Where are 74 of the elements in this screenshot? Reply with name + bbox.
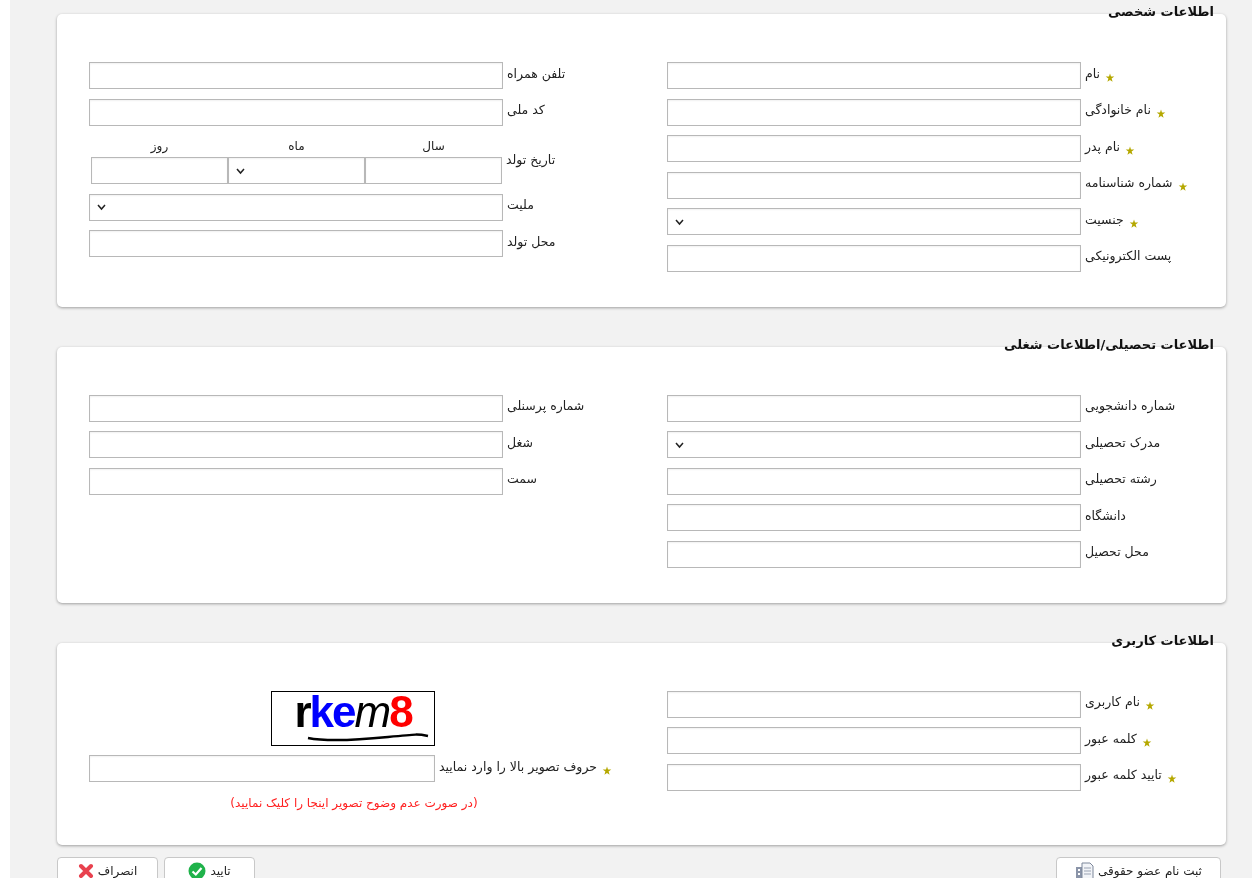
chevron-icon [674, 217, 685, 226]
text-field[interactable] [667, 763, 1081, 791]
text-field[interactable] [365, 157, 502, 184]
field-label: تایید کلمه عبور [1085, 767, 1162, 782]
field-label: شغل [507, 434, 533, 450]
text-field[interactable] [667, 394, 1081, 422]
required-star-icon [1141, 737, 1152, 748]
date-part-label: روز [150, 139, 169, 153]
required-star-icon [602, 765, 612, 776]
field-label: شماره شناسنامه [1085, 175, 1173, 190]
register-button[interactable]: ثبت نام عضو حقوقی [1056, 856, 1221, 878]
dropdown[interactable] [89, 193, 503, 221]
dropdown[interactable] [667, 208, 1081, 235]
text-field[interactable] [89, 431, 503, 458]
text-field[interactable] [89, 62, 503, 89]
building-document-icon [1075, 861, 1095, 878]
text-field[interactable] [667, 504, 1081, 531]
text-field[interactable] [89, 98, 503, 126]
required-star-icon [1144, 701, 1155, 711]
field-label: نام پدر [1085, 138, 1121, 154]
field-label: نام کاربری [1085, 694, 1140, 709]
chevron-icon [235, 166, 246, 175]
text-field[interactable] [667, 467, 1081, 495]
text-field[interactable] [89, 230, 503, 257]
date-part-label: ماه [288, 139, 305, 153]
chevron-icon [96, 203, 107, 211]
confirm-button[interactable]: تایید [164, 856, 255, 878]
field-label: ملیت [507, 197, 534, 212]
field-label: رشته تحصیلی [1085, 471, 1157, 486]
section-title: اطلاعات تحصیلی/اطلاعات شغلی [1004, 336, 1214, 352]
field-label: تلفن همراه [507, 65, 566, 81]
captcha-text: rkem8 [294, 695, 412, 729]
text-field[interactable] [89, 467, 503, 495]
dropdown[interactable] [667, 431, 1081, 458]
date-part-label: سال [422, 139, 445, 153]
field-label: شماره دانشجویی [1085, 398, 1176, 413]
chevron-icon [674, 440, 685, 449]
text-field[interactable] [667, 98, 1081, 126]
text-field[interactable] [667, 540, 1081, 568]
required-star-icon [1166, 774, 1177, 784]
required-star-icon [1177, 182, 1188, 192]
field-label: نام خانوادگی [1085, 102, 1151, 117]
text-field[interactable] [89, 394, 503, 422]
field-label: تاریخ تولد [506, 152, 556, 167]
field-label: پست الکترونیکی [1085, 248, 1172, 263]
field-label: شماره پرسنلی [507, 398, 585, 413]
field-label: جنسیت [1085, 211, 1124, 227]
field-label: کلمه عبور [1085, 730, 1137, 746]
text-field[interactable] [667, 135, 1081, 162]
field-label: دانشگاه [1085, 507, 1126, 523]
reload-captcha-link[interactable]: (در صورت عدم وضوح تصویر اینجا را کلیک نمایید) [230, 795, 478, 810]
text-field[interactable] [667, 62, 1081, 89]
cross-icon [77, 862, 94, 878]
cancel-button[interactable]: انصراف [57, 856, 158, 878]
required-star-icon [1128, 218, 1139, 229]
field-label: حروف تصویر بالا را وارد نمایید [439, 758, 597, 774]
section-title: اطلاعات شخصی [1107, 4, 1214, 19]
text-field[interactable] [667, 244, 1081, 272]
captcha-field[interactable] [89, 755, 435, 782]
field-label: نام [1085, 65, 1101, 81]
required-star-icon [1155, 109, 1166, 119]
required-star-icon [1125, 145, 1136, 156]
dropdown[interactable] [228, 157, 365, 184]
text-field[interactable] [667, 690, 1081, 718]
field-label: محل تولد [507, 233, 556, 249]
text-field[interactable] [667, 171, 1081, 199]
field-label: محل تحصیل [1085, 544, 1149, 559]
section-title: اطلاعات کاربری [1111, 632, 1214, 648]
field-label: کد ملی [507, 102, 545, 117]
field-label: مدرک تحصیلی [1085, 434, 1161, 450]
text-field[interactable] [667, 727, 1081, 754]
required-star-icon [1105, 72, 1116, 83]
field-label: سمت [507, 471, 537, 486]
text-field[interactable] [91, 157, 228, 184]
